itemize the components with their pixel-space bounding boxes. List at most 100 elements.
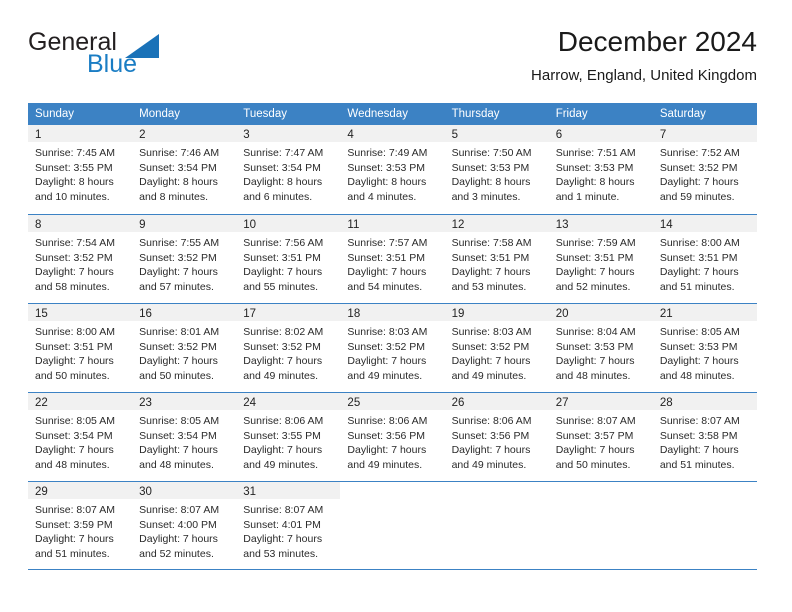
day-cell[interactable]: 16 Sunrise: 8:01 AM Sunset: 3:52 PM Dayl… — [132, 304, 237, 392]
sunrise-text: Sunrise: 7:45 AM — [35, 147, 115, 159]
day-cell[interactable]: 29 Sunrise: 8:07 AM Sunset: 3:59 PM Dayl… — [28, 482, 133, 569]
day-number-band: 8 — [28, 215, 133, 232]
day-number-band: 13 — [548, 215, 653, 232]
sunrise-text: Sunrise: 7:54 AM — [35, 237, 115, 249]
day-cell[interactable]: 27 Sunrise: 8:07 AM Sunset: 3:57 PM Dayl… — [548, 393, 653, 481]
daylight-text-line2: and 48 minutes. — [139, 458, 214, 471]
day-cell[interactable]: 15 Sunrise: 8:00 AM Sunset: 3:51 PM Dayl… — [28, 304, 133, 392]
day-cell[interactable]: 10 Sunrise: 7:56 AM Sunset: 3:51 PM Dayl… — [236, 215, 341, 303]
day-details: Sunrise: 8:00 AM Sunset: 3:51 PM Dayligh… — [653, 232, 757, 294]
day-cell[interactable]: 26 Sunrise: 8:06 AM Sunset: 3:56 PM Dayl… — [444, 393, 549, 481]
daylight-text-line1: Daylight: 7 hours — [555, 266, 635, 279]
day-number-band: 11 — [340, 215, 445, 232]
sunset-text: Sunset: 3:57 PM — [555, 429, 634, 442]
sunrise-text: Sunrise: 8:06 AM — [243, 415, 324, 427]
day-cell[interactable]: 24 Sunrise: 8:06 AM Sunset: 3:55 PM Dayl… — [236, 393, 341, 481]
day-number: 28 — [659, 397, 673, 409]
day-cell[interactable]: 13 Sunrise: 7:59 AM Sunset: 3:51 PM Dayl… — [548, 215, 653, 303]
daylight-text-line1: Daylight: 7 hours — [555, 444, 635, 457]
sunrise-text: Sunrise: 7:52 AM — [659, 147, 740, 159]
day-number-band: 18 — [340, 304, 445, 321]
day-cell[interactable]: 12 Sunrise: 7:58 AM Sunset: 3:51 PM Dayl… — [444, 215, 549, 303]
day-details: Sunrise: 8:07 AM Sunset: 4:00 PM Dayligh… — [132, 499, 236, 561]
sunrise-text: Sunrise: 7:56 AM — [243, 237, 324, 249]
day-number: 7 — [659, 129, 667, 141]
week-row: 1 Sunrise: 7:45 AM Sunset: 3:55 PM Dayli… — [28, 125, 757, 214]
day-cell-empty — [652, 482, 757, 569]
day-cell[interactable]: 25 Sunrise: 8:06 AM Sunset: 3:56 PM Dayl… — [340, 393, 445, 481]
day-number: 15 — [35, 308, 48, 320]
daylight-text-line1: Daylight: 8 hours — [139, 176, 218, 189]
day-cell[interactable]: 22 Sunrise: 8:05 AM Sunset: 3:54 PM Dayl… — [28, 393, 133, 481]
daylight-text-line2: and 51 minutes. — [35, 547, 110, 560]
daylight-text-line1: Daylight: 8 hours — [347, 176, 427, 189]
sunrise-text: Sunrise: 8:06 AM — [451, 415, 532, 427]
day-cell[interactable]: 3 Sunrise: 7:47 AM Sunset: 3:54 PM Dayli… — [236, 125, 341, 214]
daylight-text-line1: Daylight: 7 hours — [243, 355, 323, 368]
sunrise-text: Sunrise: 8:07 AM — [659, 415, 740, 427]
day-number-band: 5 — [444, 125, 549, 142]
day-details: Sunrise: 8:07 AM Sunset: 4:01 PM Dayligh… — [236, 499, 340, 561]
weekday-header-row: Sunday Monday Tuesday Wednesday Thursday… — [28, 103, 757, 125]
day-cell[interactable]: 11 Sunrise: 7:57 AM Sunset: 3:51 PM Dayl… — [340, 215, 445, 303]
day-cell[interactable]: 6 Sunrise: 7:51 AM Sunset: 3:53 PM Dayli… — [548, 125, 653, 214]
day-number: 25 — [347, 397, 361, 409]
day-number-band: 3 — [236, 125, 341, 142]
day-cell[interactable]: 4 Sunrise: 7:49 AM Sunset: 3:53 PM Dayli… — [340, 125, 445, 214]
day-details: Sunrise: 7:49 AM Sunset: 3:53 PM Dayligh… — [340, 142, 444, 204]
day-details: Sunrise: 8:03 AM Sunset: 3:52 PM Dayligh… — [445, 321, 549, 383]
day-cell[interactable]: 1 Sunrise: 7:45 AM Sunset: 3:55 PM Dayli… — [28, 125, 133, 214]
sunrise-text: Sunrise: 7:55 AM — [139, 237, 220, 249]
day-number-band: 24 — [236, 393, 341, 410]
day-number: 23 — [139, 397, 152, 409]
day-cell[interactable]: 23 Sunrise: 8:05 AM Sunset: 3:54 PM Dayl… — [132, 393, 237, 481]
daylight-text-line2: and 53 minutes. — [243, 547, 318, 560]
daylight-text-line1: Daylight: 7 hours — [347, 444, 427, 457]
general-blue-logo[interactable]: General Blue — [28, 28, 248, 88]
daylight-text-line2: and 50 minutes. — [555, 458, 631, 471]
day-number-band: 23 — [132, 393, 237, 410]
day-number: 16 — [139, 308, 152, 320]
sunrise-text: Sunrise: 8:05 AM — [659, 326, 740, 338]
day-cell[interactable]: 21 Sunrise: 8:05 AM Sunset: 3:53 PM Dayl… — [652, 304, 757, 392]
day-number: 10 — [243, 219, 257, 231]
day-details: Sunrise: 8:01 AM Sunset: 3:52 PM Dayligh… — [132, 321, 236, 383]
sunset-text: Sunset: 3:52 PM — [659, 161, 738, 174]
day-cell-empty — [444, 482, 549, 569]
day-cell[interactable]: 31 Sunrise: 8:07 AM Sunset: 4:01 PM Dayl… — [236, 482, 341, 569]
week-row: 22 Sunrise: 8:05 AM Sunset: 3:54 PM Dayl… — [28, 392, 757, 481]
sunset-text: Sunset: 3:54 PM — [243, 161, 321, 174]
day-cell[interactable]: 18 Sunrise: 8:03 AM Sunset: 3:52 PM Dayl… — [340, 304, 445, 392]
daylight-text-line1: Daylight: 7 hours — [243, 266, 323, 279]
day-details: Sunrise: 7:46 AM Sunset: 3:54 PM Dayligh… — [132, 142, 236, 204]
day-cell[interactable]: 20 Sunrise: 8:04 AM Sunset: 3:53 PM Dayl… — [548, 304, 653, 392]
daylight-text-line2: and 54 minutes. — [347, 280, 423, 293]
day-details: Sunrise: 8:06 AM Sunset: 3:56 PM Dayligh… — [340, 410, 444, 472]
day-cell[interactable]: 28 Sunrise: 8:07 AM Sunset: 3:58 PM Dayl… — [652, 393, 757, 481]
day-cell[interactable]: 14 Sunrise: 8:00 AM Sunset: 3:51 PM Dayl… — [652, 215, 757, 303]
day-cell[interactable]: 9 Sunrise: 7:55 AM Sunset: 3:52 PM Dayli… — [132, 215, 237, 303]
day-cell[interactable]: 30 Sunrise: 8:07 AM Sunset: 4:00 PM Dayl… — [132, 482, 237, 569]
sunrise-text: Sunrise: 7:51 AM — [555, 147, 636, 159]
day-number: 31 — [243, 486, 257, 498]
daylight-text-line2: and 8 minutes. — [139, 190, 209, 203]
day-number-band: 7 — [652, 125, 757, 142]
week-row: 15 Sunrise: 8:00 AM Sunset: 3:51 PM Dayl… — [28, 303, 757, 392]
daylight-text-line2: and 48 minutes. — [35, 458, 110, 471]
day-cell[interactable]: 17 Sunrise: 8:02 AM Sunset: 3:52 PM Dayl… — [236, 304, 341, 392]
daylight-text-line2: and 52 minutes. — [555, 280, 631, 293]
day-details: Sunrise: 7:59 AM Sunset: 3:51 PM Dayligh… — [549, 232, 653, 294]
calendar-page: General Blue December 2024 Harrow, Engla… — [0, 0, 792, 612]
day-cell[interactable]: 19 Sunrise: 8:03 AM Sunset: 3:52 PM Dayl… — [444, 304, 549, 392]
sunset-text: Sunset: 3:53 PM — [555, 340, 634, 353]
day-cell[interactable]: 2 Sunrise: 7:46 AM Sunset: 3:54 PM Dayli… — [132, 125, 237, 214]
day-details: Sunrise: 7:55 AM Sunset: 3:52 PM Dayligh… — [132, 232, 236, 294]
day-cell[interactable]: 5 Sunrise: 7:50 AM Sunset: 3:53 PM Dayli… — [444, 125, 549, 214]
day-cell[interactable]: 7 Sunrise: 7:52 AM Sunset: 3:52 PM Dayli… — [652, 125, 757, 214]
daylight-text-line1: Daylight: 7 hours — [451, 266, 531, 279]
weekday-header-saturday: Saturday — [659, 108, 706, 120]
day-details: Sunrise: 7:47 AM Sunset: 3:54 PM Dayligh… — [236, 142, 340, 204]
sunset-text: Sunset: 3:55 PM — [243, 429, 321, 442]
day-cell[interactable]: 8 Sunrise: 7:54 AM Sunset: 3:52 PM Dayli… — [28, 215, 133, 303]
day-details: Sunrise: 8:03 AM Sunset: 3:52 PM Dayligh… — [340, 321, 444, 383]
